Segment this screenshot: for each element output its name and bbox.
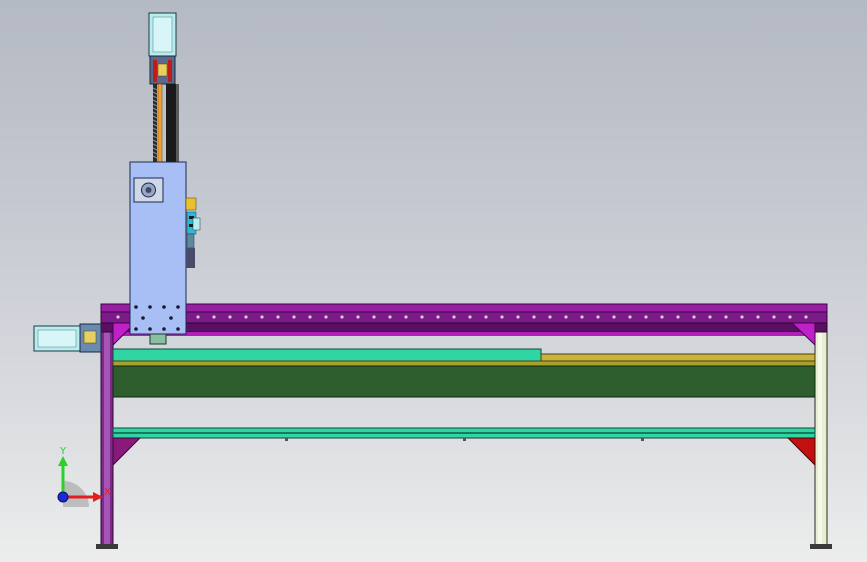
beam-hole — [788, 315, 792, 319]
beam-hole — [212, 315, 216, 319]
beam-hole — [356, 315, 360, 319]
beam-hole — [660, 315, 664, 319]
beam-hole — [596, 315, 600, 319]
beam-hole — [548, 315, 552, 319]
plate-bolt — [162, 305, 166, 309]
beam-hole — [532, 315, 536, 319]
beam-hole — [388, 315, 392, 319]
beam-hole — [772, 315, 776, 319]
spindle-assembly — [185, 197, 201, 268]
beam-hole — [468, 315, 472, 319]
beam-hole — [628, 315, 632, 319]
plate-bolt — [134, 327, 138, 331]
x-axis-label: X — [104, 487, 111, 498]
beam-hole — [756, 315, 760, 319]
beam-hole — [564, 315, 568, 319]
plate-bolt — [134, 305, 138, 309]
gantry-beam — [100, 303, 828, 336]
plate-bolt — [176, 327, 180, 331]
beam-hole — [324, 315, 328, 319]
beam-hole — [420, 315, 424, 319]
beam-hole — [804, 315, 808, 319]
beam-hole — [260, 315, 264, 319]
beam-hole — [196, 315, 200, 319]
plate-bolt — [148, 327, 152, 331]
beam-hole — [116, 315, 120, 319]
plate-bolt — [162, 327, 166, 331]
beam-hole — [404, 315, 408, 319]
beam-hole — [484, 315, 488, 319]
beam-hole — [340, 315, 344, 319]
origin-dot — [57, 491, 69, 503]
beam-hole — [612, 315, 616, 319]
y-axis-label: Y — [59, 446, 67, 457]
beam-hole — [644, 315, 648, 319]
z-lead-screw — [152, 83, 179, 163]
beam-hole — [692, 315, 696, 319]
plate-bolt — [148, 305, 152, 309]
beam-hole — [500, 315, 504, 319]
beam-hole — [676, 315, 680, 319]
beam-hole — [292, 315, 296, 319]
lower-crossbar — [112, 427, 816, 441]
beam-hole — [372, 315, 376, 319]
z-carriage-plate — [129, 161, 187, 345]
z-axis-motor — [148, 12, 177, 85]
plate-bolt — [169, 316, 173, 320]
beam-hole — [452, 315, 456, 319]
plate-bolt — [141, 316, 145, 320]
beam-hole — [580, 315, 584, 319]
beam-hole — [516, 315, 520, 319]
beam-hole — [276, 315, 280, 319]
beam-hole — [308, 315, 312, 319]
right-lower-bracket — [786, 437, 816, 467]
plate-bolt — [176, 305, 180, 309]
beam-hole — [244, 315, 248, 319]
beam-hole — [436, 315, 440, 319]
cad-viewport[interactable]: Y X — [0, 0, 867, 562]
linear-rails — [112, 348, 816, 367]
x-axis-motor — [33, 323, 102, 353]
beam-hole — [708, 315, 712, 319]
cnc-gantry-drawing: Y X — [33, 12, 832, 549]
work-bed — [112, 365, 816, 398]
beam-hole — [740, 315, 744, 319]
beam-hole — [724, 315, 728, 319]
beam-hole — [228, 315, 232, 319]
left-lower-bracket — [112, 437, 142, 467]
